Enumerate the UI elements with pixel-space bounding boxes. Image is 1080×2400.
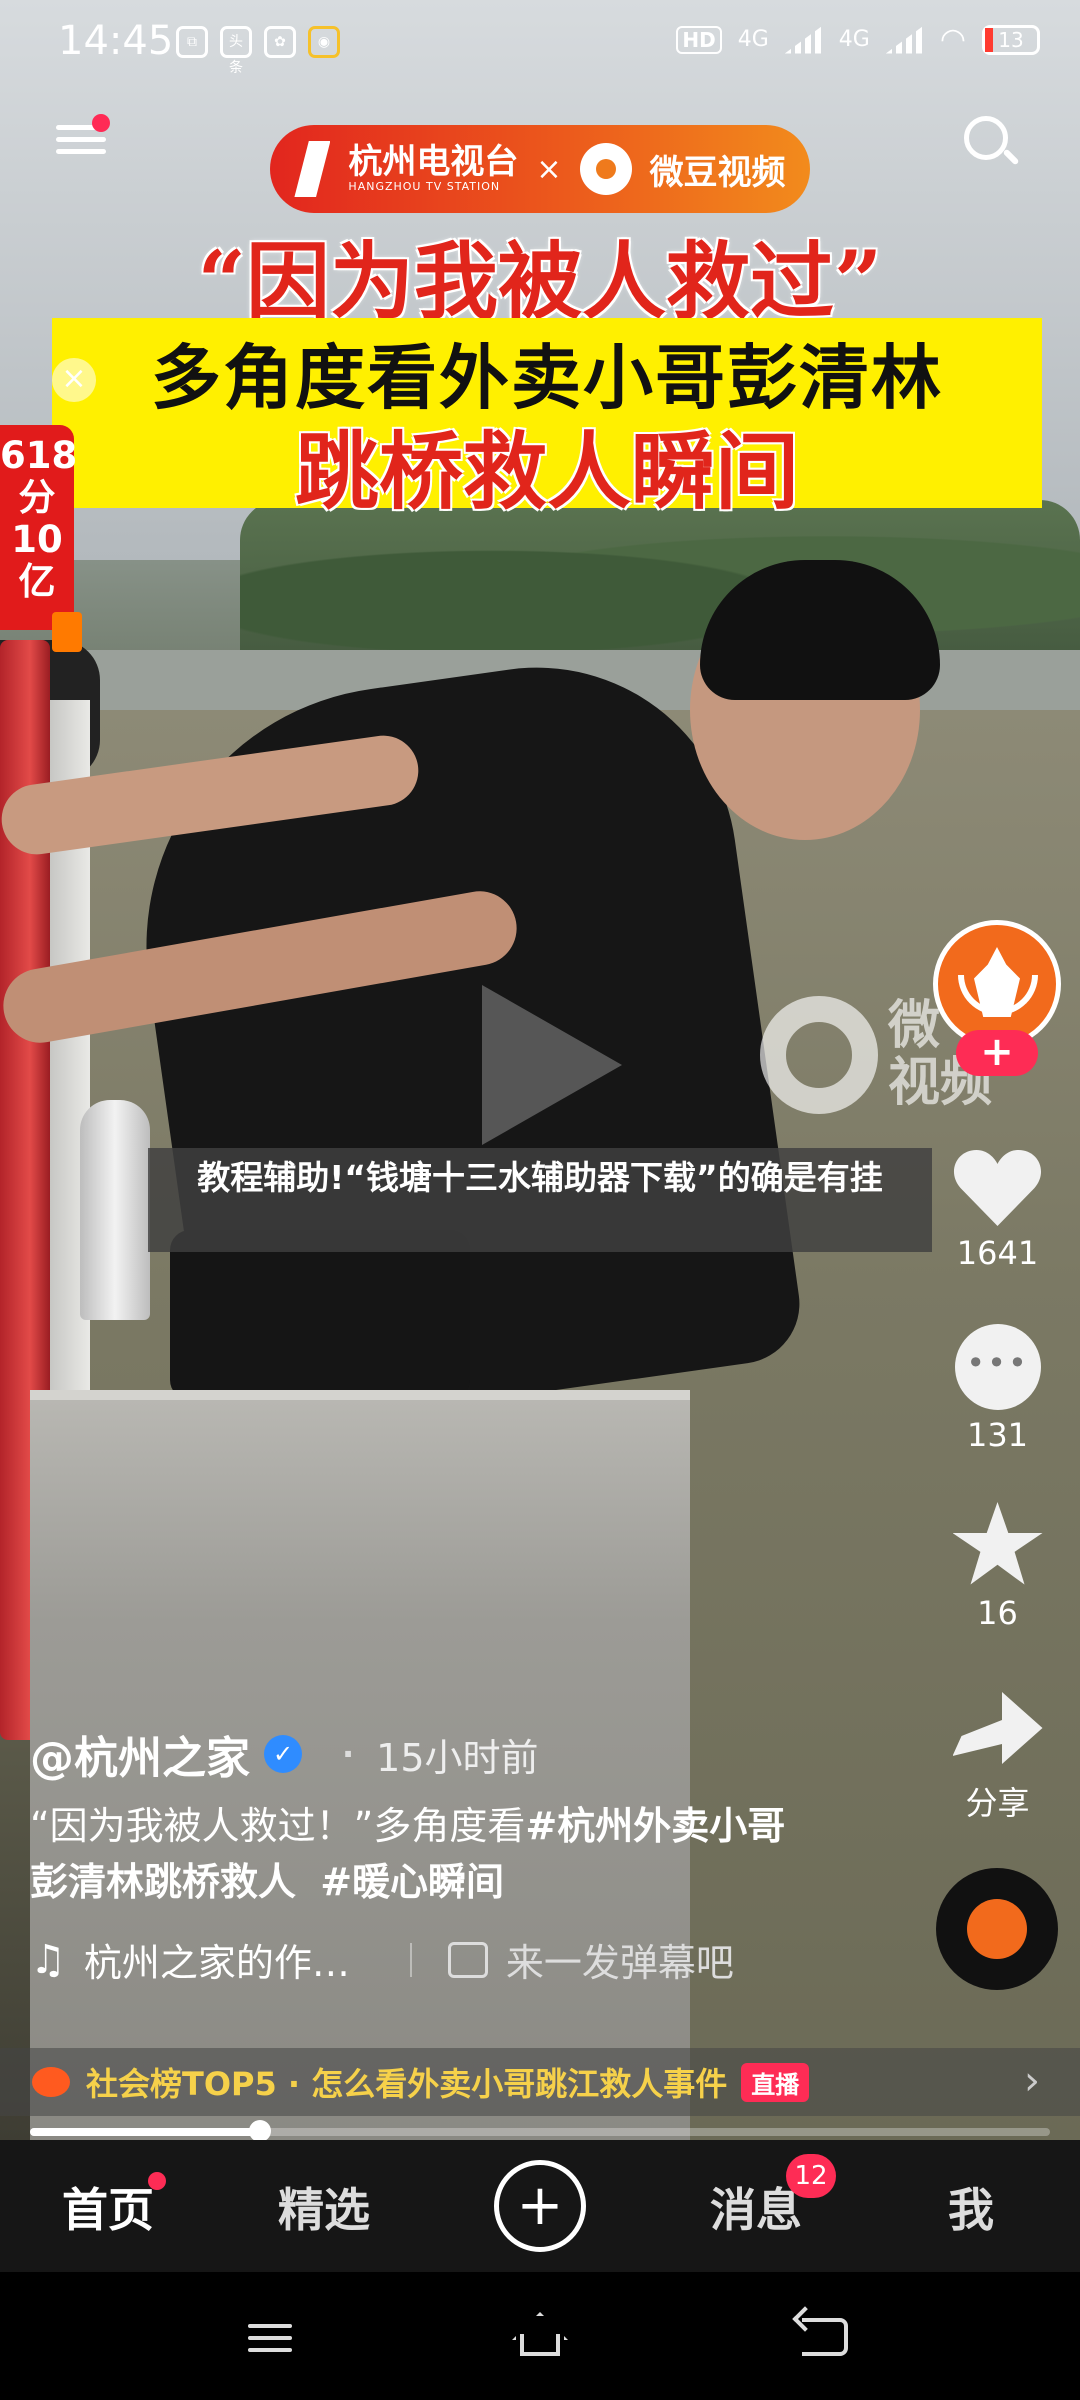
home-button[interactable]: [512, 2312, 568, 2358]
danmu-icon: [447, 1941, 488, 1978]
share-label: 分享: [965, 1784, 1030, 1822]
home-notification-dot: [148, 2172, 166, 2190]
menu-icon-line: [56, 149, 106, 154]
favorite-button[interactable]: 16: [940, 1502, 1055, 1632]
brand-separator: ×: [536, 151, 562, 187]
music-disc-icon: [967, 1899, 1027, 1959]
description-text: “因为我被人救过！”多角度看: [30, 1804, 526, 1848]
menu-icon-line: [248, 2324, 292, 2328]
search-icon-handle: [1002, 148, 1020, 166]
video-brand-badge: 杭州电视台 HANGZHOU TV STATION × 微豆视频: [270, 125, 810, 213]
menu-icon-line: [56, 137, 106, 142]
baidu-icon: ✿: [264, 26, 296, 58]
hot-topic-bar[interactable]: 社会榜TOP5 · 怎么看外卖小哥跳江救人事件 直播 ›: [0, 2048, 1080, 2116]
messages-badge: 12: [786, 2154, 836, 2198]
author-row: @杭州之家 ✓ · 15小时前: [30, 1722, 539, 1786]
system-navigation-bar: [0, 2272, 1080, 2400]
home-icon-base: [520, 2334, 560, 2356]
bottom-tab-bar: 首页 精选 + 消息 12 我: [0, 2140, 1080, 2272]
video-title-line3: 跳桥救人瞬间: [294, 422, 799, 521]
like-button[interactable]: 1641: [940, 1148, 1055, 1272]
back-button[interactable]: [802, 2318, 848, 2356]
hztv-logo-icon: [294, 141, 331, 197]
status-time: 14:45: [58, 18, 174, 64]
danmu-input[interactable]: 来一发弹幕吧: [506, 1932, 734, 1987]
video-caption-overlay: 教程辅助!“钱塘十三水辅助器下载”的确是有挂: [148, 1148, 932, 1252]
post-age: 15小时前: [376, 1735, 539, 1780]
brand-name: 杭州电视台: [348, 142, 519, 183]
hashtag-link[interactable]: #暖心瞬间: [320, 1860, 504, 1904]
signal-bars-icon: [885, 25, 924, 54]
chevron-right-icon: ›: [1024, 2058, 1040, 2104]
brand-name-en: HANGZHOU TV STATION: [348, 180, 501, 194]
status-bar: 14:45 ⧉ 头条 ✿ ◉ HD 4G 4G ◠ 13: [0, 0, 1080, 86]
favorite-count: 16: [977, 1594, 1018, 1632]
comment-count: 131: [966, 1416, 1029, 1454]
toutiao-icon: 头条: [220, 26, 252, 76]
music-title[interactable]: 杭州之家的作…: [84, 1932, 350, 1987]
hd-icon: HD: [676, 25, 722, 54]
video-description: “因为我被人救过！”多角度看#杭州外卖小哥彭清林跳桥救人 #暖心瞬间: [30, 1798, 800, 1910]
promo-618-banner[interactable]: 618 分 10 亿: [0, 425, 77, 630]
menu-notification-dot: [92, 114, 110, 132]
close-banner-button[interactable]: ×: [52, 358, 96, 402]
live-badge: 直播: [741, 2062, 810, 2102]
menu-icon-line: [248, 2348, 292, 2352]
avatar-figure-icon: [974, 947, 1020, 1017]
battery-icon: 13: [982, 24, 1040, 55]
search-button[interactable]: [964, 116, 1020, 170]
brand-name: 微豆视频: [649, 152, 786, 193]
author-name[interactable]: @杭州之家: [30, 1722, 250, 1786]
create-button[interactable]: +: [494, 2160, 586, 2252]
recent-apps-button[interactable]: [248, 2316, 292, 2360]
verified-icon: ✓: [264, 1735, 302, 1773]
tab-home[interactable]: 首页: [62, 2174, 154, 2240]
star-icon: [952, 1502, 1043, 1585]
search-icon: [964, 116, 1008, 160]
progress-knob[interactable]: [248, 2120, 271, 2142]
video-progress-bar[interactable]: [30, 2120, 1050, 2142]
heart-icon: [953, 1148, 1043, 1228]
hot-topic-text: 社会榜TOP5 · 怎么看外卖小哥跳江救人事件: [86, 2065, 728, 2103]
hot-topic-icon: [32, 2067, 70, 2097]
menu-icon-line: [248, 2336, 292, 2340]
separator-dot: ·: [342, 1735, 355, 1773]
music-row: ♫ 杭州之家的作… 来一发弹幕吧: [30, 1932, 734, 1987]
hotspot-icon: ◉: [308, 26, 340, 58]
wifi-icon: ◠: [939, 22, 966, 57]
divider: [409, 1942, 412, 1977]
app-notification-icon: ⧉: [176, 26, 208, 58]
comment-button[interactable]: 131: [940, 1324, 1055, 1454]
progress-fill: [30, 2128, 260, 2136]
signal-label: 4G: [737, 27, 769, 52]
share-icon: [952, 1692, 1043, 1764]
tab-me[interactable]: 我: [948, 2174, 994, 2240]
tab-featured[interactable]: 精选: [278, 2174, 370, 2240]
red-envelope-icon: [52, 612, 82, 652]
watermark-logo-icon: [760, 996, 878, 1114]
follow-button[interactable]: +: [956, 1030, 1038, 1076]
signal-bars-icon: [784, 25, 823, 54]
signal-label: 4G: [838, 27, 870, 52]
share-button[interactable]: 分享: [940, 1692, 1055, 1824]
weidou-logo-icon: [579, 143, 632, 195]
video-person-leg: [170, 1230, 470, 1400]
music-disc-button[interactable]: [936, 1868, 1058, 1990]
like-count: 1641: [956, 1234, 1039, 1272]
video-bollard: [80, 1100, 150, 1320]
music-note-icon: ♫: [30, 1936, 66, 1983]
comment-icon: [954, 1324, 1041, 1410]
